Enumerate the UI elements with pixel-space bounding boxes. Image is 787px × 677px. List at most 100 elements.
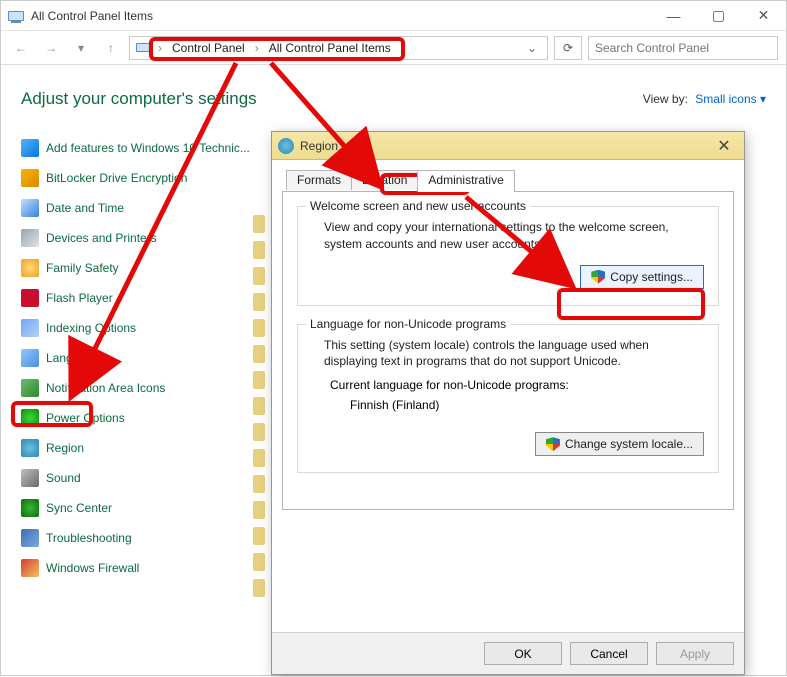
add-icon <box>21 139 39 157</box>
dialog-tabs: Formats Location Administrative <box>282 170 734 192</box>
cp-item-label: Date and Time <box>46 201 124 215</box>
cp-item-region[interactable]: Region <box>21 437 261 459</box>
dev-icon <box>21 229 39 247</box>
adjacent-column-hint <box>253 215 265 597</box>
region-dialog: Region ✕ Formats Location Administrative… <box>271 131 745 675</box>
breadcrumb-sep-icon: › <box>399 41 407 55</box>
control-panel-icon <box>7 7 25 25</box>
copy-settings-button[interactable]: Copy settings... <box>580 265 704 289</box>
dialog-title: Region <box>300 139 710 153</box>
ok-button[interactable]: OK <box>484 642 562 665</box>
flash-icon <box>21 289 39 307</box>
cp-item-flash-player[interactable]: Flash Player <box>21 287 261 309</box>
lang-icon <box>21 349 39 367</box>
cp-item-language[interactable]: Language <box>21 347 261 369</box>
view-by-link[interactable]: Small icons <box>695 92 766 106</box>
idx-icon <box>21 319 39 337</box>
cp-item-family-safety[interactable]: Family Safety <box>21 257 261 279</box>
page-heading: Adjust your computer's settings <box>21 89 257 109</box>
dialog-close-button[interactable]: ✕ <box>710 136 738 156</box>
cp-item-label: Notification Area Icons <box>46 381 165 395</box>
nonunicode-group-title: Language for non-Unicode programs <box>306 317 510 331</box>
power-icon <box>21 409 39 427</box>
breadcrumb-seg-0[interactable]: Control Panel <box>166 39 251 57</box>
refresh-button[interactable]: ⟳ <box>554 36 582 60</box>
close-button[interactable]: ✕ <box>741 1 786 31</box>
nonunicode-group: Language for non-Unicode programs This s… <box>297 324 719 474</box>
cp-item-power-options[interactable]: Power Options <box>21 407 261 429</box>
cp-item-windows-firewall[interactable]: Windows Firewall <box>21 557 261 579</box>
maximize-button[interactable]: ▢ <box>696 1 741 31</box>
search-input[interactable] <box>589 41 777 55</box>
breadcrumb-dropdown-icon[interactable]: ⌄ <box>521 41 543 55</box>
window-title: All Control Panel Items <box>31 9 651 23</box>
fam-icon <box>21 259 39 277</box>
change-locale-label: Change system locale... <box>565 437 693 451</box>
tab-formats[interactable]: Formats <box>286 170 352 190</box>
cp-item-label: Indexing Options <box>46 321 136 335</box>
cp-items-column: Add features to Windows 10 Technic... Bit… <box>21 137 261 579</box>
copy-settings-label: Copy settings... <box>610 270 693 284</box>
cp-item-label: Sound <box>46 471 81 485</box>
nonunicode-group-desc: This setting (system locale) controls th… <box>312 337 704 371</box>
uac-shield-icon <box>546 437 560 451</box>
cp-item-label: Region <box>46 441 84 455</box>
apply-button[interactable]: Apply <box>656 642 734 665</box>
bit-icon <box>21 169 39 187</box>
minimize-button[interactable]: — <box>651 1 696 31</box>
back-button[interactable]: ← <box>9 36 33 60</box>
welcome-group-title: Welcome screen and new user accounts <box>306 199 530 213</box>
cp-item-label: Language <box>46 351 99 365</box>
cp-item-date-and-time[interactable]: Date and Time <box>21 197 261 219</box>
change-locale-button[interactable]: Change system locale... <box>535 432 704 456</box>
region-icon <box>21 439 39 457</box>
cp-item-sync-center[interactable]: Sync Center <box>21 497 261 519</box>
breadcrumb-seg-1[interactable]: All Control Panel Items <box>263 39 397 57</box>
window-titlebar: All Control Panel Items — ▢ ✕ <box>1 1 786 31</box>
address-toolbar: ← → ▾ ↑ › Control Panel › All Control Pa… <box>1 31 786 65</box>
sync-icon <box>21 499 39 517</box>
breadcrumb-sep-icon: › <box>156 41 164 55</box>
search-box[interactable] <box>588 36 778 60</box>
dialog-titlebar: Region ✕ <box>272 132 744 160</box>
tab-administrative[interactable]: Administrative <box>417 170 514 192</box>
recent-dropdown[interactable]: ▾ <box>69 36 93 60</box>
welcome-group-desc: View and copy your international setting… <box>312 219 704 253</box>
cp-item-label: Windows Firewall <box>46 561 139 575</box>
cancel-button[interactable]: Cancel <box>570 642 648 665</box>
dialog-footer: OK Cancel Apply <box>272 632 744 674</box>
cp-item-label: Troubleshooting <box>46 531 132 545</box>
uac-shield-icon <box>591 270 605 284</box>
current-lang-label: Current language for non-Unicode program… <box>312 370 704 394</box>
view-by-label: View by: <box>643 92 688 106</box>
breadcrumb[interactable]: › Control Panel › All Control Panel Item… <box>129 36 548 60</box>
cp-item-add-features-to-windows-10-technic[interactable]: Add features to Windows 10 Technic... <box>21 137 261 159</box>
cp-item-label: Flash Player <box>46 291 113 305</box>
cp-item-label: Add features to Windows 10 Technic... <box>46 141 250 155</box>
cp-item-sound[interactable]: Sound <box>21 467 261 489</box>
cp-item-devices-and-printers[interactable]: Devices and Printers <box>21 227 261 249</box>
cp-item-label: Family Safety <box>46 261 119 275</box>
cp-item-label: Devices and Printers <box>46 231 157 245</box>
cp-item-bitlocker-drive-encryption[interactable]: BitLocker Drive Encryption <box>21 167 261 189</box>
welcome-group: Welcome screen and new user accounts Vie… <box>297 206 719 306</box>
date-icon <box>21 199 39 217</box>
current-lang-value: Finnish (Finland) <box>312 394 704 420</box>
breadcrumb-sep-icon: › <box>253 41 261 55</box>
cp-item-label: Sync Center <box>46 501 112 515</box>
cp-item-notification-area-icons[interactable]: Notification Area Icons <box>21 377 261 399</box>
up-button[interactable]: ↑ <box>99 36 123 60</box>
cp-item-label: BitLocker Drive Encryption <box>46 171 187 185</box>
globe-icon <box>278 138 294 154</box>
sound-icon <box>21 469 39 487</box>
cp-item-label: Power Options <box>46 411 125 425</box>
cp-item-indexing-options[interactable]: Indexing Options <box>21 317 261 339</box>
cp-item-troubleshooting[interactable]: Troubleshooting <box>21 527 261 549</box>
tab-location[interactable]: Location <box>351 170 418 190</box>
trouble-icon <box>21 529 39 547</box>
forward-button[interactable]: → <box>39 36 63 60</box>
fire-icon <box>21 559 39 577</box>
tab-panel: Welcome screen and new user accounts Vie… <box>282 192 734 510</box>
notif-icon <box>21 379 39 397</box>
view-by: View by: Small icons <box>643 92 766 106</box>
